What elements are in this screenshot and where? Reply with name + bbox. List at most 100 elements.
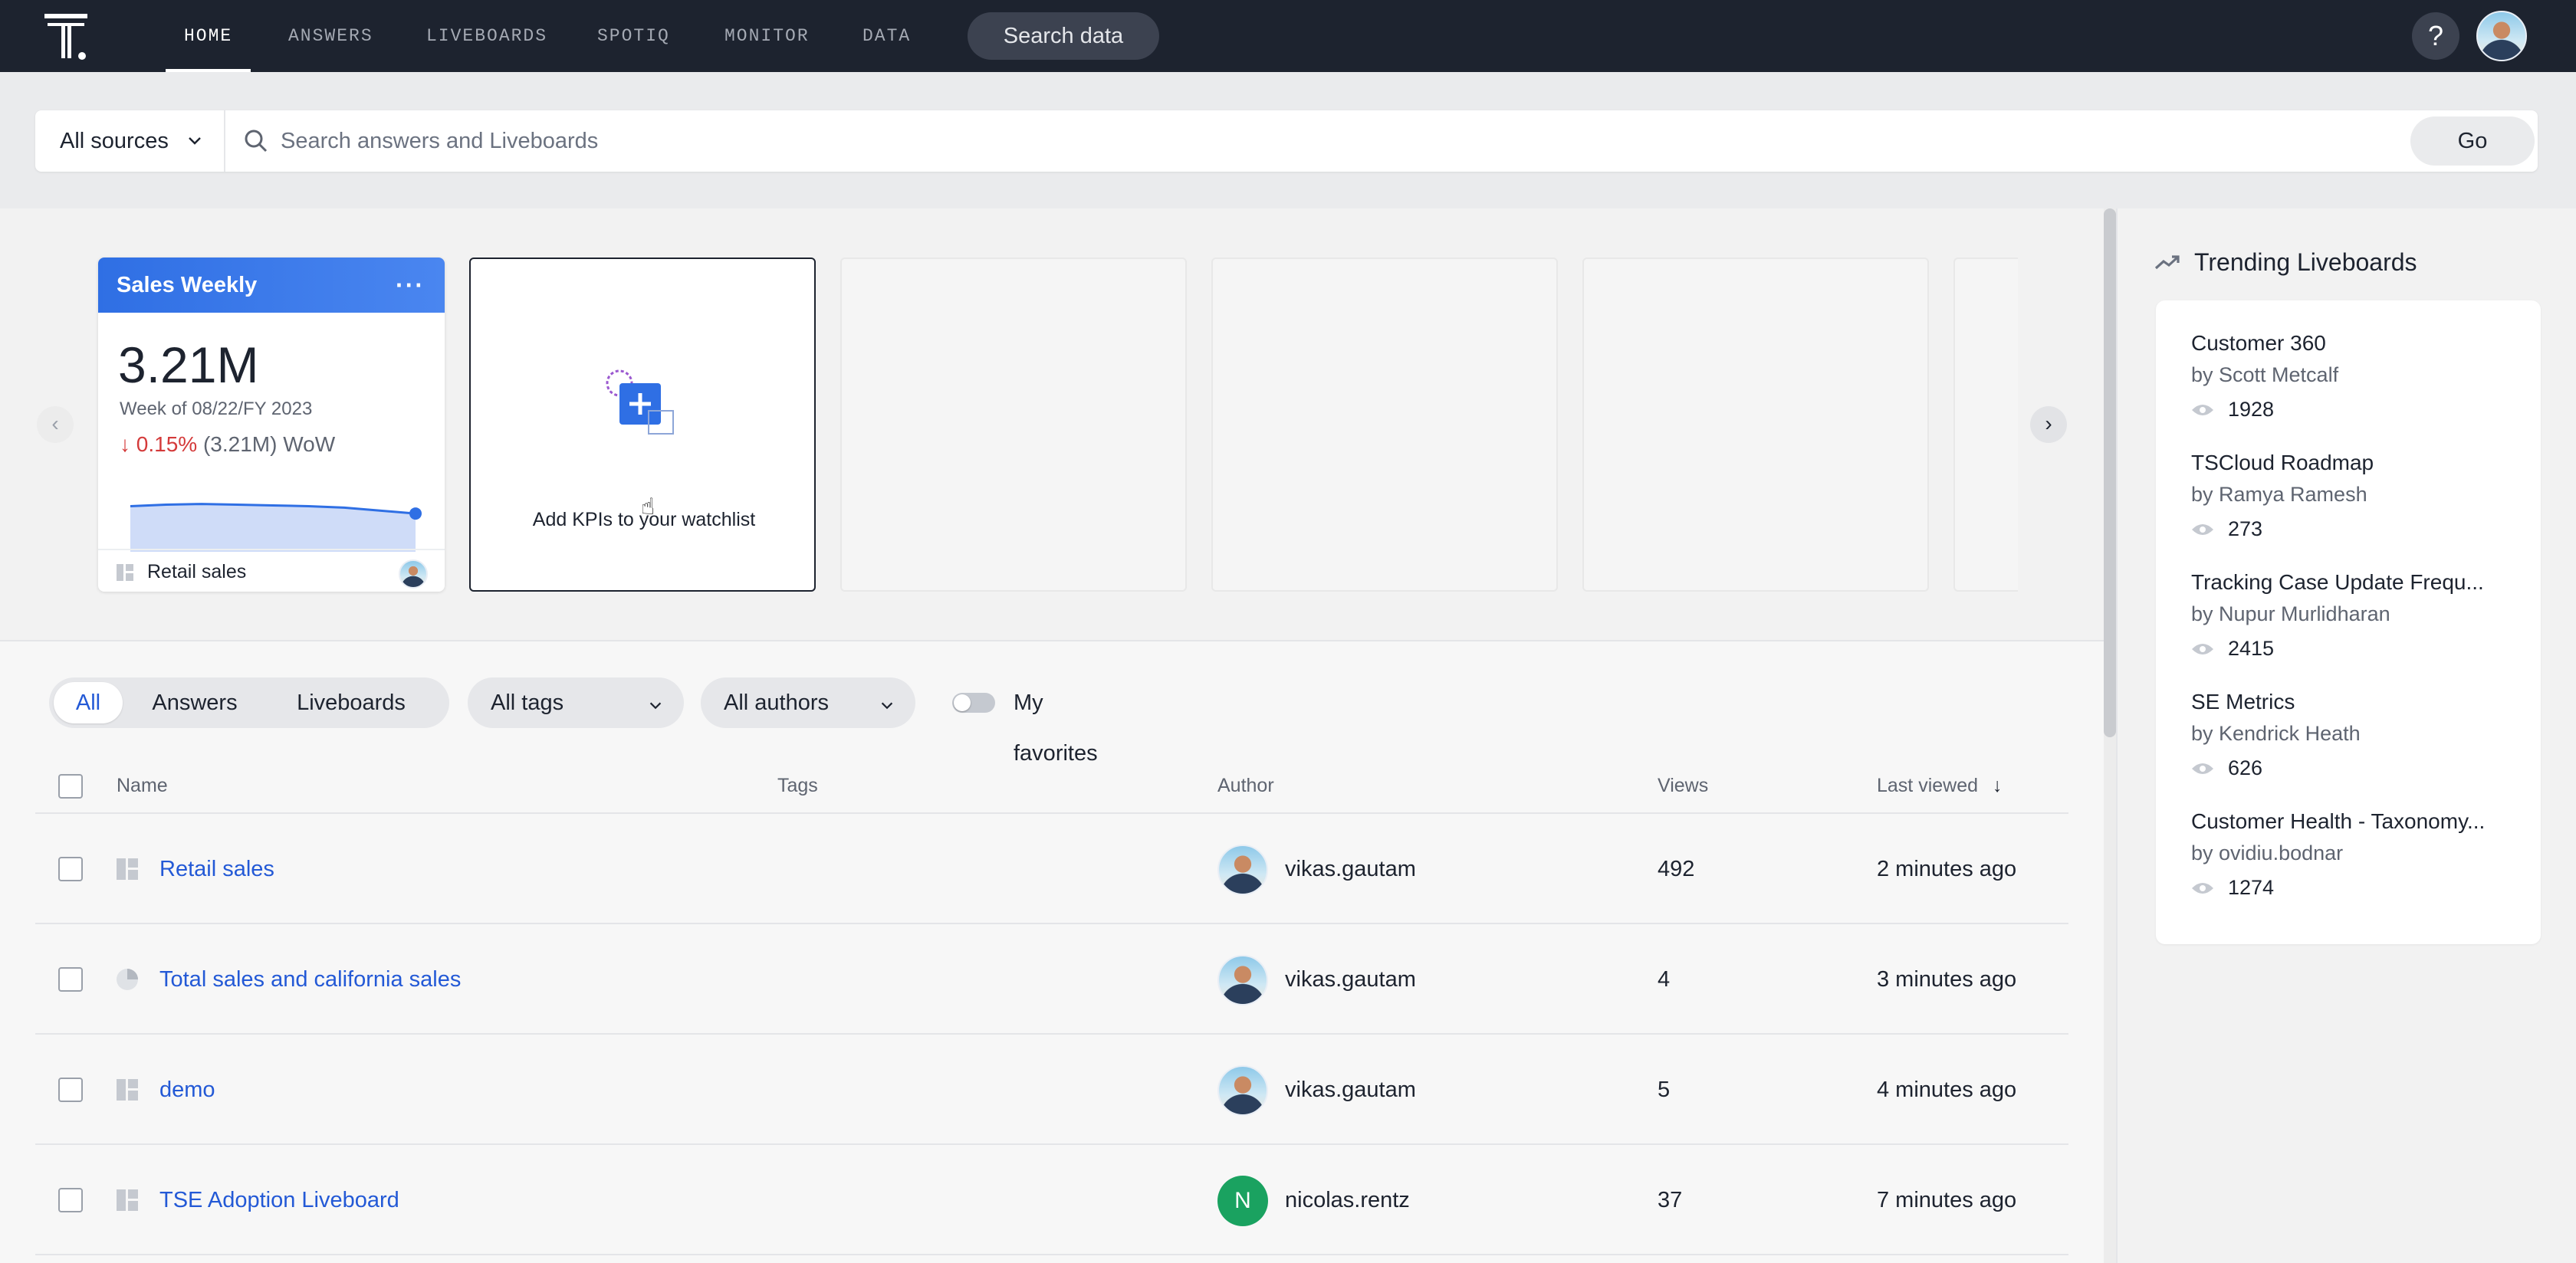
trending-list: Customer 360 by Scott Metcalf 1928 TSClo… [2156, 300, 2541, 944]
hand-cursor-icon: ☝ [641, 494, 656, 520]
eye-icon [2192, 882, 2213, 894]
row-views: 4 [1658, 967, 1671, 992]
trending-title: Trending Liveboards [2154, 248, 2417, 277]
table-row[interactable]: Total sales and california sales vikas.g… [35, 924, 2068, 1035]
search-data-button[interactable]: Search data [968, 12, 1159, 60]
sources-dropdown[interactable]: All sources [35, 110, 225, 172]
kpi-card[interactable]: Sales Weekly ··· 3.21M Week of 08/22/FY … [98, 258, 445, 592]
segment-liveboards[interactable]: Liveboards [267, 682, 435, 723]
trending-item[interactable]: Customer 360 by Scott Metcalf 1928 [2191, 331, 2521, 422]
add-kpi-card[interactable]: Add KPIs to your watchlist ☝ [469, 258, 816, 592]
liveboard-icon [117, 1079, 138, 1101]
trending-item-views-count: 626 [2228, 756, 2263, 779]
trending-item[interactable]: TSCloud Roadmap by Ramya Ramesh 273 [2191, 451, 2521, 541]
kpi-sparkline [130, 503, 422, 552]
table-row[interactable]: Retail sales vikas.gautam 492 2 minutes … [35, 814, 2068, 924]
col-author[interactable]: Author [1217, 757, 1274, 814]
help-button[interactable]: ? [2412, 12, 2459, 60]
go-button[interactable]: Go [2410, 116, 2535, 166]
trending-item[interactable]: Tracking Case Update Frequ... by Nupur M… [2191, 570, 2521, 661]
kpi-placeholder-card [1953, 258, 2018, 592]
nav-tab-data[interactable]: DATA [863, 0, 911, 72]
row-name[interactable]: Retail sales [159, 814, 274, 924]
eye-icon [2192, 763, 2213, 774]
liveboard-icon [117, 1189, 138, 1211]
table-row[interactable]: demo vikas.gautam 5 4 minutes ago [35, 1035, 2068, 1145]
kpi-placeholder-card [840, 258, 1187, 592]
authors-dropdown[interactable]: All authors [701, 677, 915, 728]
chevron-down-icon [881, 702, 893, 710]
sort-desc-icon: ↓ [1992, 775, 2003, 796]
kpi-card-footer: Retail sales [98, 549, 445, 592]
trending-item-name: Customer 360 [2191, 331, 2326, 355]
row-views: 492 [1658, 857, 1695, 881]
row-checkbox[interactable] [58, 1078, 83, 1102]
kpi-card-header: Sales Weekly ··· [98, 258, 445, 313]
nav-tab-spotiq[interactable]: SPOTIQ [597, 0, 670, 72]
type-segmented-control: All Answers Liveboards [49, 677, 449, 728]
col-views[interactable]: Views [1658, 757, 1708, 814]
trending-item-views: 626 [2191, 756, 2521, 780]
row-author: nicolas.rentz [1285, 1188, 1410, 1212]
row-last-viewed: 7 minutes ago [1877, 1188, 2017, 1212]
select-all-checkbox[interactable] [58, 774, 83, 799]
search-bar: All sources Go [35, 110, 2538, 172]
author-initial-avatar: N [1217, 1176, 1268, 1226]
carousel-prev-button[interactable]: ‹ [37, 406, 74, 443]
row-checkbox[interactable] [58, 967, 83, 992]
thoughtspot-logo[interactable] [44, 14, 90, 60]
row-views: 37 [1658, 1188, 1683, 1212]
segment-answers[interactable]: Answers [133, 682, 256, 723]
trending-item[interactable]: SE Metrics by Kendrick Heath 626 [2191, 690, 2521, 780]
nav-tab-home[interactable]: HOME [165, 0, 251, 72]
table-header: Name Tags Author Views Last viewed ↓ [35, 757, 2068, 814]
trending-item-views: 1274 [2191, 876, 2521, 900]
top-nav: HOME ANSWERS LIVEBOARDS SPOTIQ MONITOR D… [0, 0, 2576, 72]
carousel-next-button[interactable]: › [2030, 406, 2067, 443]
trending-item-name: Customer Health - Taxonomy... [2191, 809, 2486, 833]
kpi-watchlist: ‹ Sales Weekly ··· 3.21M Week of 08/22/F… [0, 208, 2104, 641]
row-checkbox[interactable] [58, 857, 83, 881]
arrow-down-icon: ↓ [120, 432, 130, 456]
kpi-source: Retail sales [147, 561, 247, 582]
kpi-change-detail: (3.21M) WoW [202, 432, 336, 456]
trending-item-author: by Ramya Ramesh [2191, 483, 2367, 506]
trending-item-views-count: 2415 [2228, 637, 2275, 660]
row-author: vikas.gautam [1285, 857, 1416, 881]
user-avatar[interactable] [2476, 11, 2527, 61]
trending-title-label: Trending Liveboards [2194, 248, 2417, 276]
segment-all[interactable]: All [54, 682, 123, 723]
more-options-icon[interactable]: ··· [396, 258, 425, 313]
row-checkbox[interactable] [58, 1188, 83, 1212]
row-name[interactable]: Total sales and california sales [159, 924, 461, 1035]
trending-item-views: 2415 [2191, 637, 2521, 661]
chevron-down-icon [189, 137, 201, 145]
row-name[interactable]: demo [159, 1035, 215, 1145]
row-author: vikas.gautam [1285, 1078, 1416, 1102]
search-input[interactable] [281, 120, 2427, 162]
content-table: Name Tags Author Views Last viewed ↓ Ret… [35, 757, 2068, 1255]
trending-item-views-count: 1928 [2228, 398, 2275, 421]
trending-item-author: by ovidiu.bodnar [2191, 841, 2344, 864]
tags-label: All tags [491, 691, 564, 715]
author-avatar [1217, 1065, 1268, 1116]
kpi-title: Sales Weekly [117, 273, 258, 297]
liveboard-icon [117, 858, 138, 880]
col-last-viewed[interactable]: Last viewed ↓ [1877, 757, 2002, 814]
col-name[interactable]: Name [117, 757, 168, 814]
row-name[interactable]: TSE Adoption Liveboard [159, 1145, 399, 1255]
eye-icon [2192, 404, 2213, 415]
col-tags[interactable]: Tags [777, 757, 818, 814]
eye-icon [2192, 643, 2213, 654]
scrollbar-thumb[interactable] [2104, 208, 2116, 737]
trending-item-name: SE Metrics [2191, 690, 2295, 714]
kpi-change-percent: 0.15% [136, 432, 198, 456]
table-row[interactable]: TSE Adoption Liveboard N nicolas.rentz 3… [35, 1145, 2068, 1255]
nav-tab-answers[interactable]: ANSWERS [288, 0, 373, 72]
nav-tab-liveboards[interactable]: LIVEBOARDS [426, 0, 547, 72]
trending-item[interactable]: Customer Health - Taxonomy... by ovidiu.… [2191, 809, 2521, 900]
favorites-toggle[interactable] [952, 693, 995, 713]
author-avatar [1217, 955, 1268, 1005]
tags-dropdown[interactable]: All tags [468, 677, 684, 728]
nav-tab-monitor[interactable]: MONITOR [724, 0, 810, 72]
